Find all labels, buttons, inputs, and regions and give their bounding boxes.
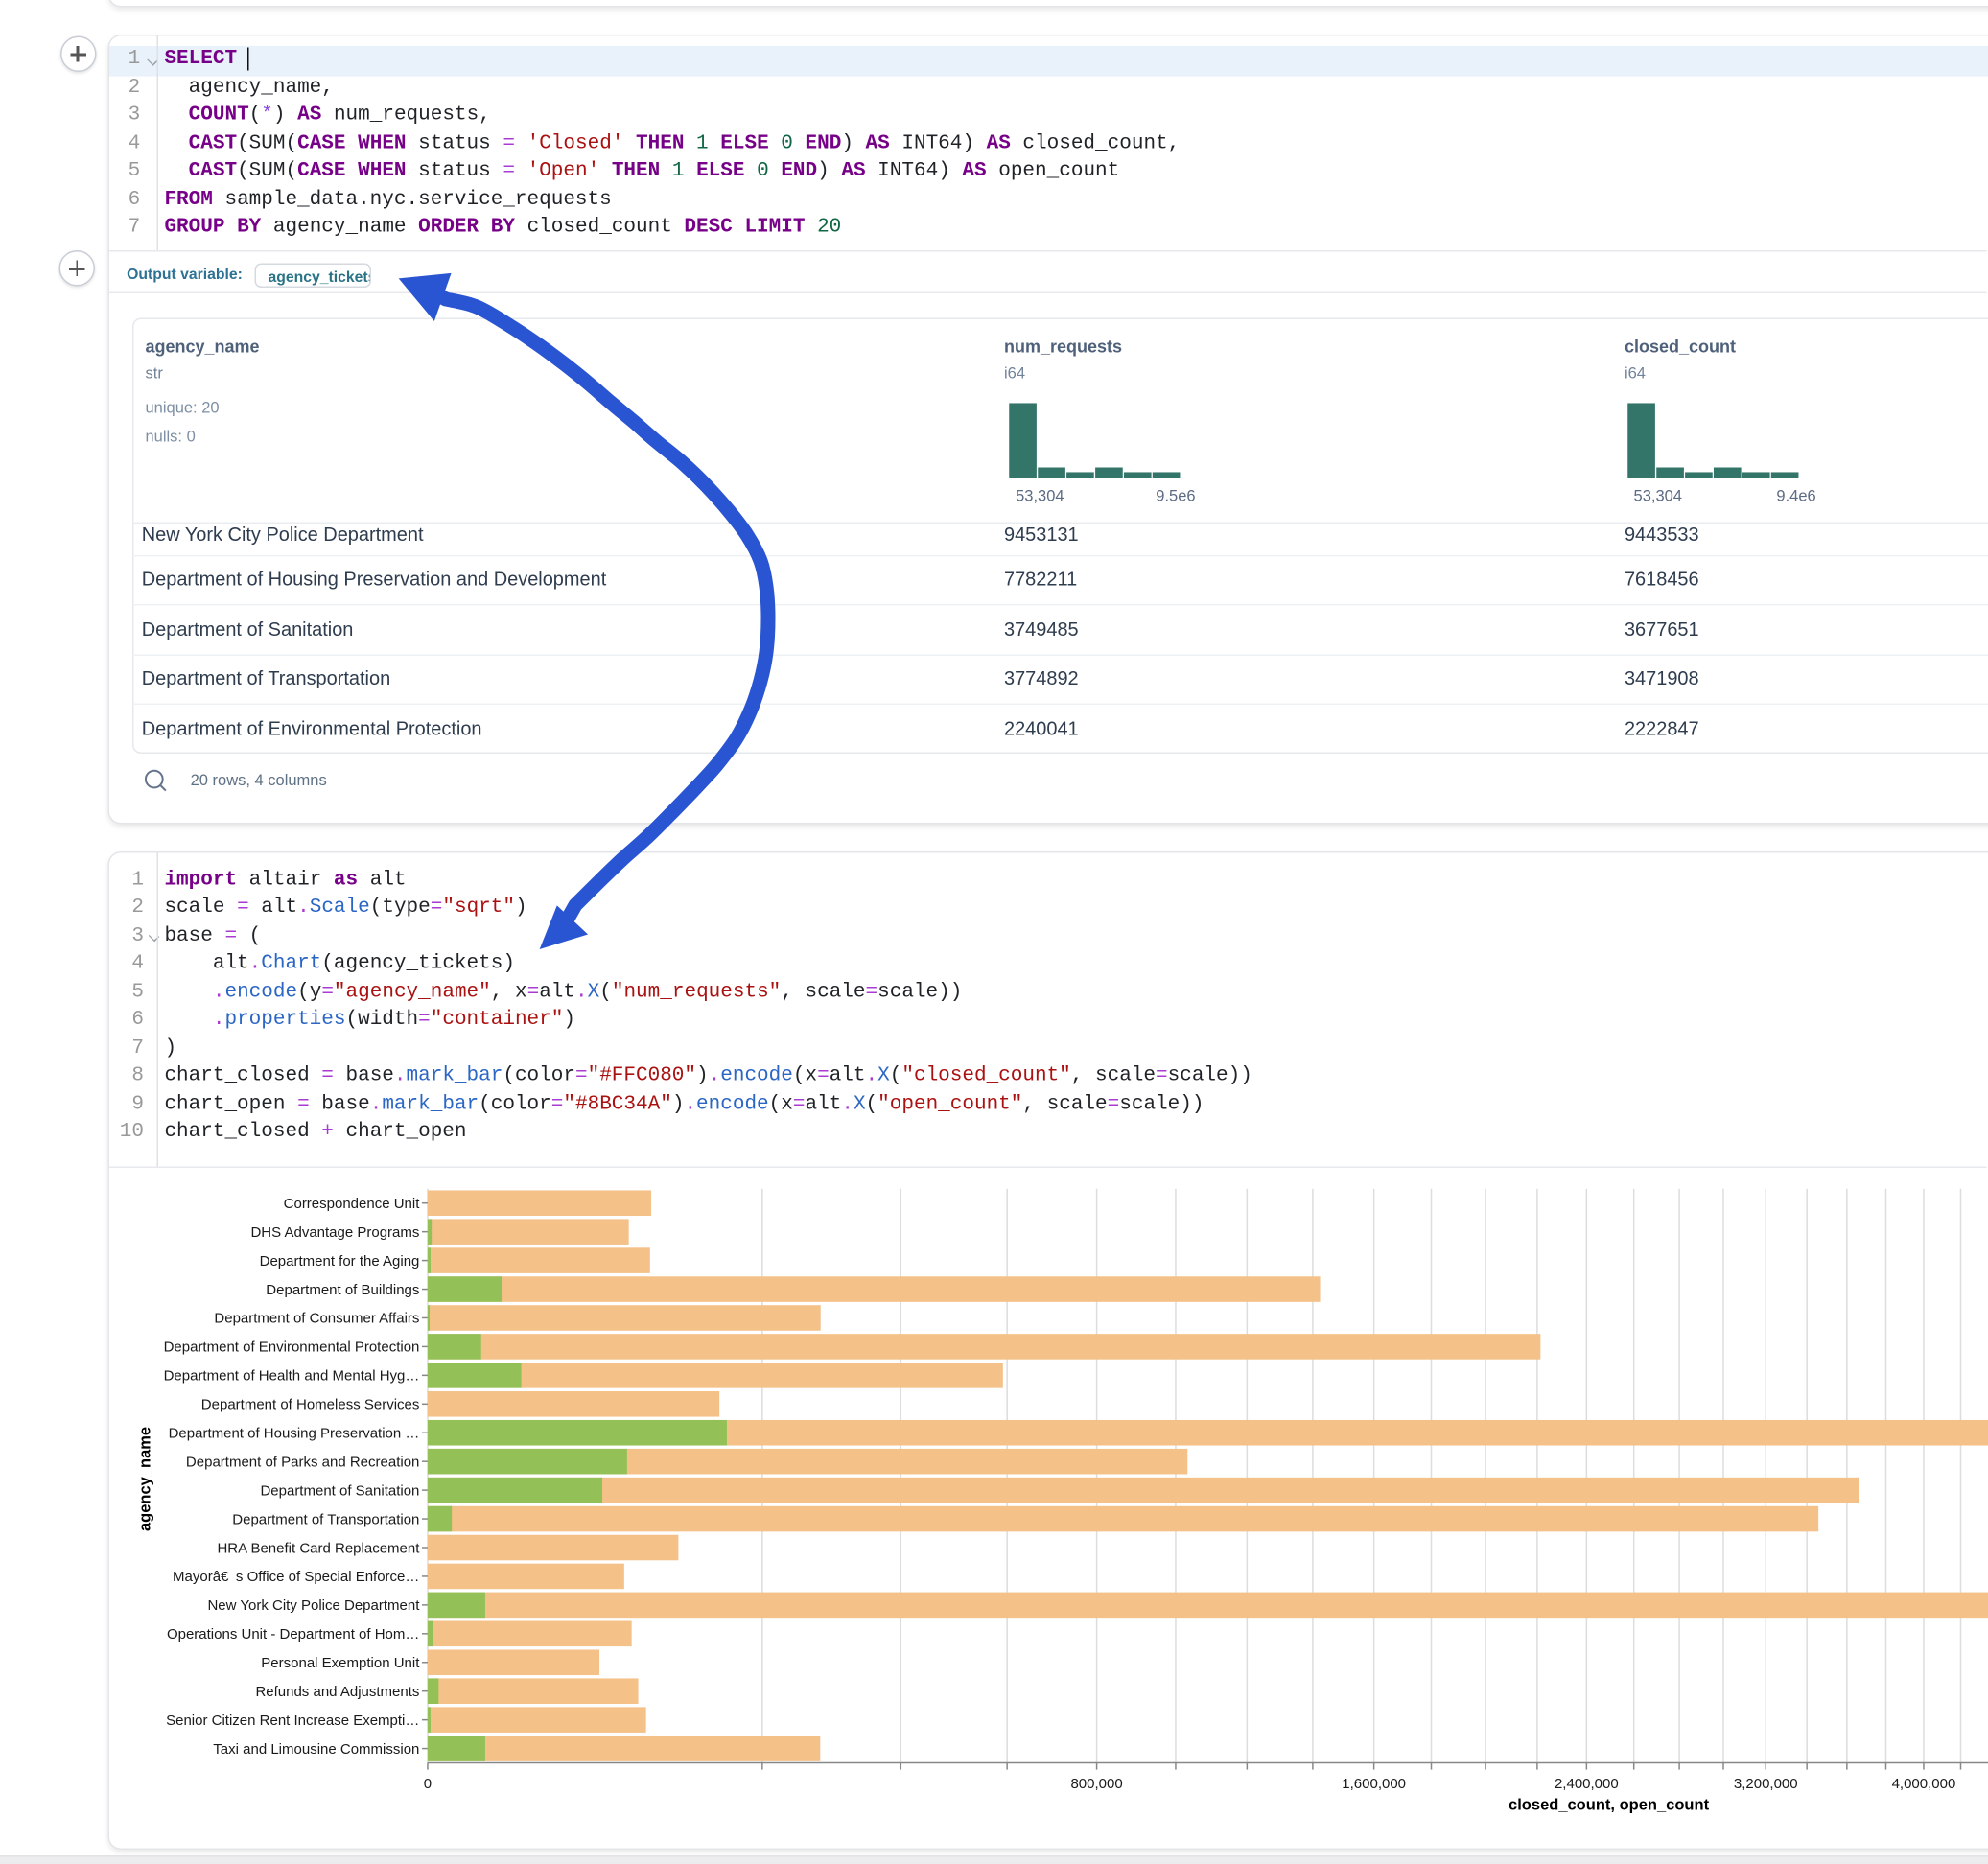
svg-text:3,200,000: 3,200,000 <box>1734 1776 1798 1792</box>
svg-text:Department of Transportation: Department of Transportation <box>232 1511 419 1527</box>
svg-text:Correspondence Unit: Correspondence Unit <box>284 1196 421 1212</box>
svg-text:Department of Homeless Service: Department of Homeless Services <box>201 1397 420 1413</box>
svg-text:4,000,000: 4,000,000 <box>1892 1776 1956 1792</box>
svg-text:DHS Advantage Programs: DHS Advantage Programs <box>250 1224 419 1241</box>
svg-text:Department of Health and Menta: Department of Health and Mental Hyg… <box>164 1368 420 1385</box>
svg-text:Department for the Aging: Department for the Aging <box>260 1253 420 1270</box>
svg-text:Department of Environmental Pr: Department of Environmental Protection <box>164 1340 420 1356</box>
svg-text:Department of Parks and Recrea: Department of Parks and Recreation <box>186 1454 419 1470</box>
svg-text:Senior Citizen Rent Increase E: Senior Citizen Rent Increase Exempti… <box>166 1713 419 1729</box>
svg-text:Taxi and Limousine Commission: Taxi and Limousine Commission <box>213 1741 419 1758</box>
svg-text:Department of Housing Preserva: Department of Housing Preservation … <box>169 1425 420 1441</box>
svg-text:closed_count, open_count: closed_count, open_count <box>1509 1796 1710 1813</box>
svg-text:53,304: 53,304 <box>1634 488 1682 505</box>
svg-text:Personal Exemption Unit: Personal Exemption Unit <box>261 1655 420 1671</box>
svg-text:Operations Unit - Department o: Operations Unit - Department of Hom… <box>167 1626 419 1643</box>
svg-text:New York City Police Departmen: New York City Police Department <box>207 1597 420 1614</box>
svg-text:1,600,000: 1,600,000 <box>1342 1776 1406 1792</box>
svg-text:agency_name: agency_name <box>136 1427 153 1531</box>
svg-text:HRA Benefit Card Replacement: HRA Benefit Card Replacement <box>217 1540 420 1556</box>
svg-text:53,304: 53,304 <box>1016 488 1064 505</box>
svg-text:Department of Consumer Affairs: Department of Consumer Affairs <box>214 1311 419 1327</box>
svg-text:Department of Sanitation: Department of Sanitation <box>260 1482 419 1499</box>
svg-text:800,000: 800,000 <box>1070 1776 1122 1792</box>
svg-text:Mayorâ€ s Office of Special En: Mayorâ€ s Office of Special Enforce… <box>173 1569 419 1585</box>
svg-text:Refunds and Adjustments: Refunds and Adjustments <box>255 1684 419 1700</box>
svg-text:2,400,000: 2,400,000 <box>1555 1776 1619 1792</box>
svg-text:0: 0 <box>424 1776 432 1792</box>
svg-text:Department of Buildings: Department of Buildings <box>266 1282 419 1298</box>
svg-text:9.5e6: 9.5e6 <box>1156 488 1195 505</box>
svg-text:9.4e6: 9.4e6 <box>1776 488 1815 505</box>
